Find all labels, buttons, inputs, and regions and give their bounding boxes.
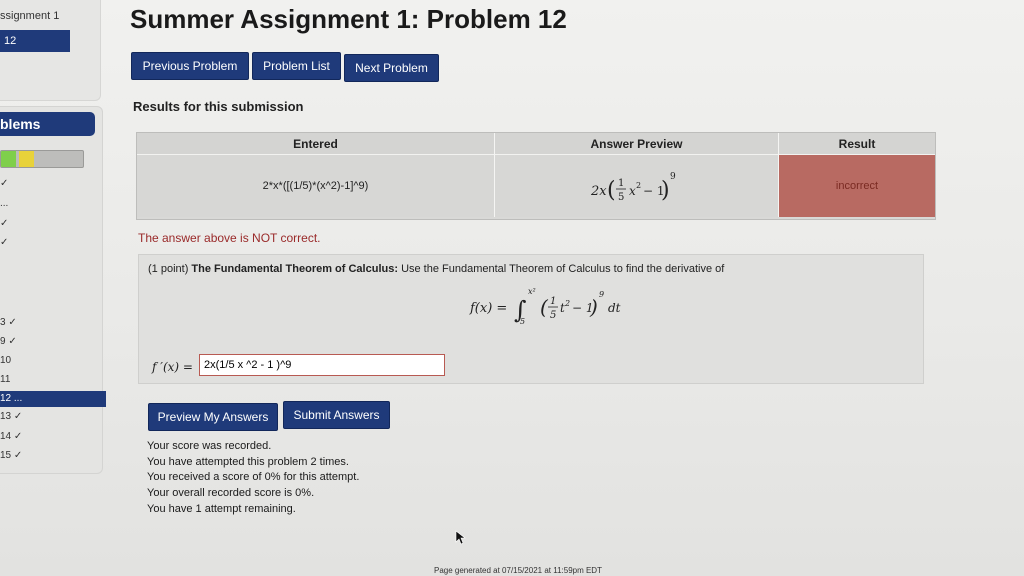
sidebar-problem-item-current[interactable]: 12 ... [0, 391, 106, 407]
progress-partial [19, 151, 34, 167]
result-status-cell: incorrect [779, 155, 935, 217]
problem-statement: (1 point) The Fundamental Theorem of Cal… [148, 263, 724, 275]
problem-formula: f(x) = ∫ x² 5 ( 1 5 t 2 − 1 ) 9 dt [469, 287, 621, 326]
sidebar-problem-item[interactable]: 3 ✓ [0, 317, 17, 328]
svg-text:): ) [661, 178, 670, 203]
page-footer: Page generated at 07/15/2021 at 11:59pm … [434, 566, 602, 575]
sidebar-problem-item[interactable]: 14 ✓ [0, 431, 22, 442]
page-title: Summer Assignment 1: Problem 12 [130, 4, 567, 34]
status-message: You have 1 attempt remaining. [147, 503, 296, 515]
sidebar-problem-item[interactable]: ✓ [0, 178, 8, 189]
status-message: Your overall recorded score is 0%. [147, 487, 315, 499]
progress-bar [0, 150, 84, 168]
current-problem[interactable]: 12 [0, 30, 70, 52]
sidebar-problem-item[interactable]: ✓ [0, 237, 8, 248]
set-title[interactable]: ssignment 1 [0, 10, 59, 22]
svg-text:2: 2 [564, 299, 570, 308]
answer-preview-cell: 2x ( 1 5 x 2 − 1 ) 9 [495, 155, 779, 217]
not-correct-message: The answer above is NOT correct. [138, 231, 321, 245]
sidebar-problem-item[interactable]: 15 ✓ [0, 450, 22, 461]
answer-input[interactable] [199, 354, 445, 376]
column-header-result: Result [779, 133, 935, 155]
svg-text:5: 5 [550, 310, 556, 321]
previous-problem-button[interactable]: Previous Problem [131, 52, 249, 80]
problems-header: blems [0, 112, 95, 136]
sidebar-problem-item[interactable]: ✓ [0, 218, 8, 229]
submit-answers-button[interactable]: Submit Answers [283, 401, 390, 429]
sidebar-problem-item[interactable]: 11 [0, 374, 10, 385]
answer-preview-math: 2x ( 1 5 x 2 − 1 ) 9 [590, 172, 676, 203]
status-message: Your score was recorded. [147, 440, 272, 452]
svg-text:2x: 2x [590, 184, 607, 199]
problem-list-button[interactable]: Problem List [252, 52, 341, 80]
problem-text: Use the Fundamental Theorem of Calculus … [401, 263, 725, 275]
svg-text:2: 2 [636, 181, 641, 190]
results-table: Entered Answer Preview Result 2*x*([(1/5… [136, 132, 936, 220]
next-problem-button[interactable]: Next Problem [344, 54, 439, 82]
sidebar-problem-item[interactable]: ... [0, 198, 8, 209]
problem-heading: The Fundamental Theorem of Calculus: [191, 263, 398, 275]
svg-text:(: ( [540, 295, 549, 319]
status-message: You have attempted this problem 2 times. [147, 456, 349, 468]
sidebar-problem-item[interactable]: 10 [0, 355, 11, 366]
page: ssignment 1 12 blems ✓ ... ✓ ✓ 3 ✓ 9 ✓ 1… [0, 0, 1024, 576]
svg-text:9: 9 [670, 172, 676, 182]
column-header-entered: Entered [137, 133, 495, 155]
svg-text:9: 9 [599, 290, 604, 299]
svg-text:dt: dt [608, 301, 621, 315]
svg-text:f(x) =: f(x) = [469, 301, 507, 316]
svg-text:1: 1 [550, 296, 556, 307]
sidebar: ssignment 1 12 blems ✓ ... ✓ ✓ 3 ✓ 9 ✓ 1… [0, 0, 118, 576]
results-heading: Results for this submission [133, 99, 304, 114]
svg-text:(: ( [607, 178, 616, 203]
mouse-pointer-icon [455, 530, 466, 545]
svg-text:5: 5 [618, 192, 624, 203]
progress-correct [1, 151, 16, 167]
answer-label: f ′(x) = [152, 360, 193, 374]
svg-text:5: 5 [520, 317, 525, 326]
svg-text:x: x [629, 184, 636, 198]
preview-answers-button[interactable]: Preview My Answers [148, 403, 278, 431]
sidebar-problem-item[interactable]: 9 ✓ [0, 336, 17, 347]
svg-text:): ) [589, 295, 598, 319]
sidebar-problem-item[interactable]: 13 ✓ [0, 411, 22, 422]
column-header-preview: Answer Preview [495, 133, 779, 155]
status-message: You received a score of 0% for this atte… [147, 471, 360, 483]
entered-answer-cell: 2*x*([(1/5)*(x^2)-1]^9) [137, 155, 495, 217]
svg-text:1: 1 [618, 178, 624, 189]
svg-text:x²: x² [528, 287, 536, 296]
problem-points: (1 point) [148, 263, 189, 275]
